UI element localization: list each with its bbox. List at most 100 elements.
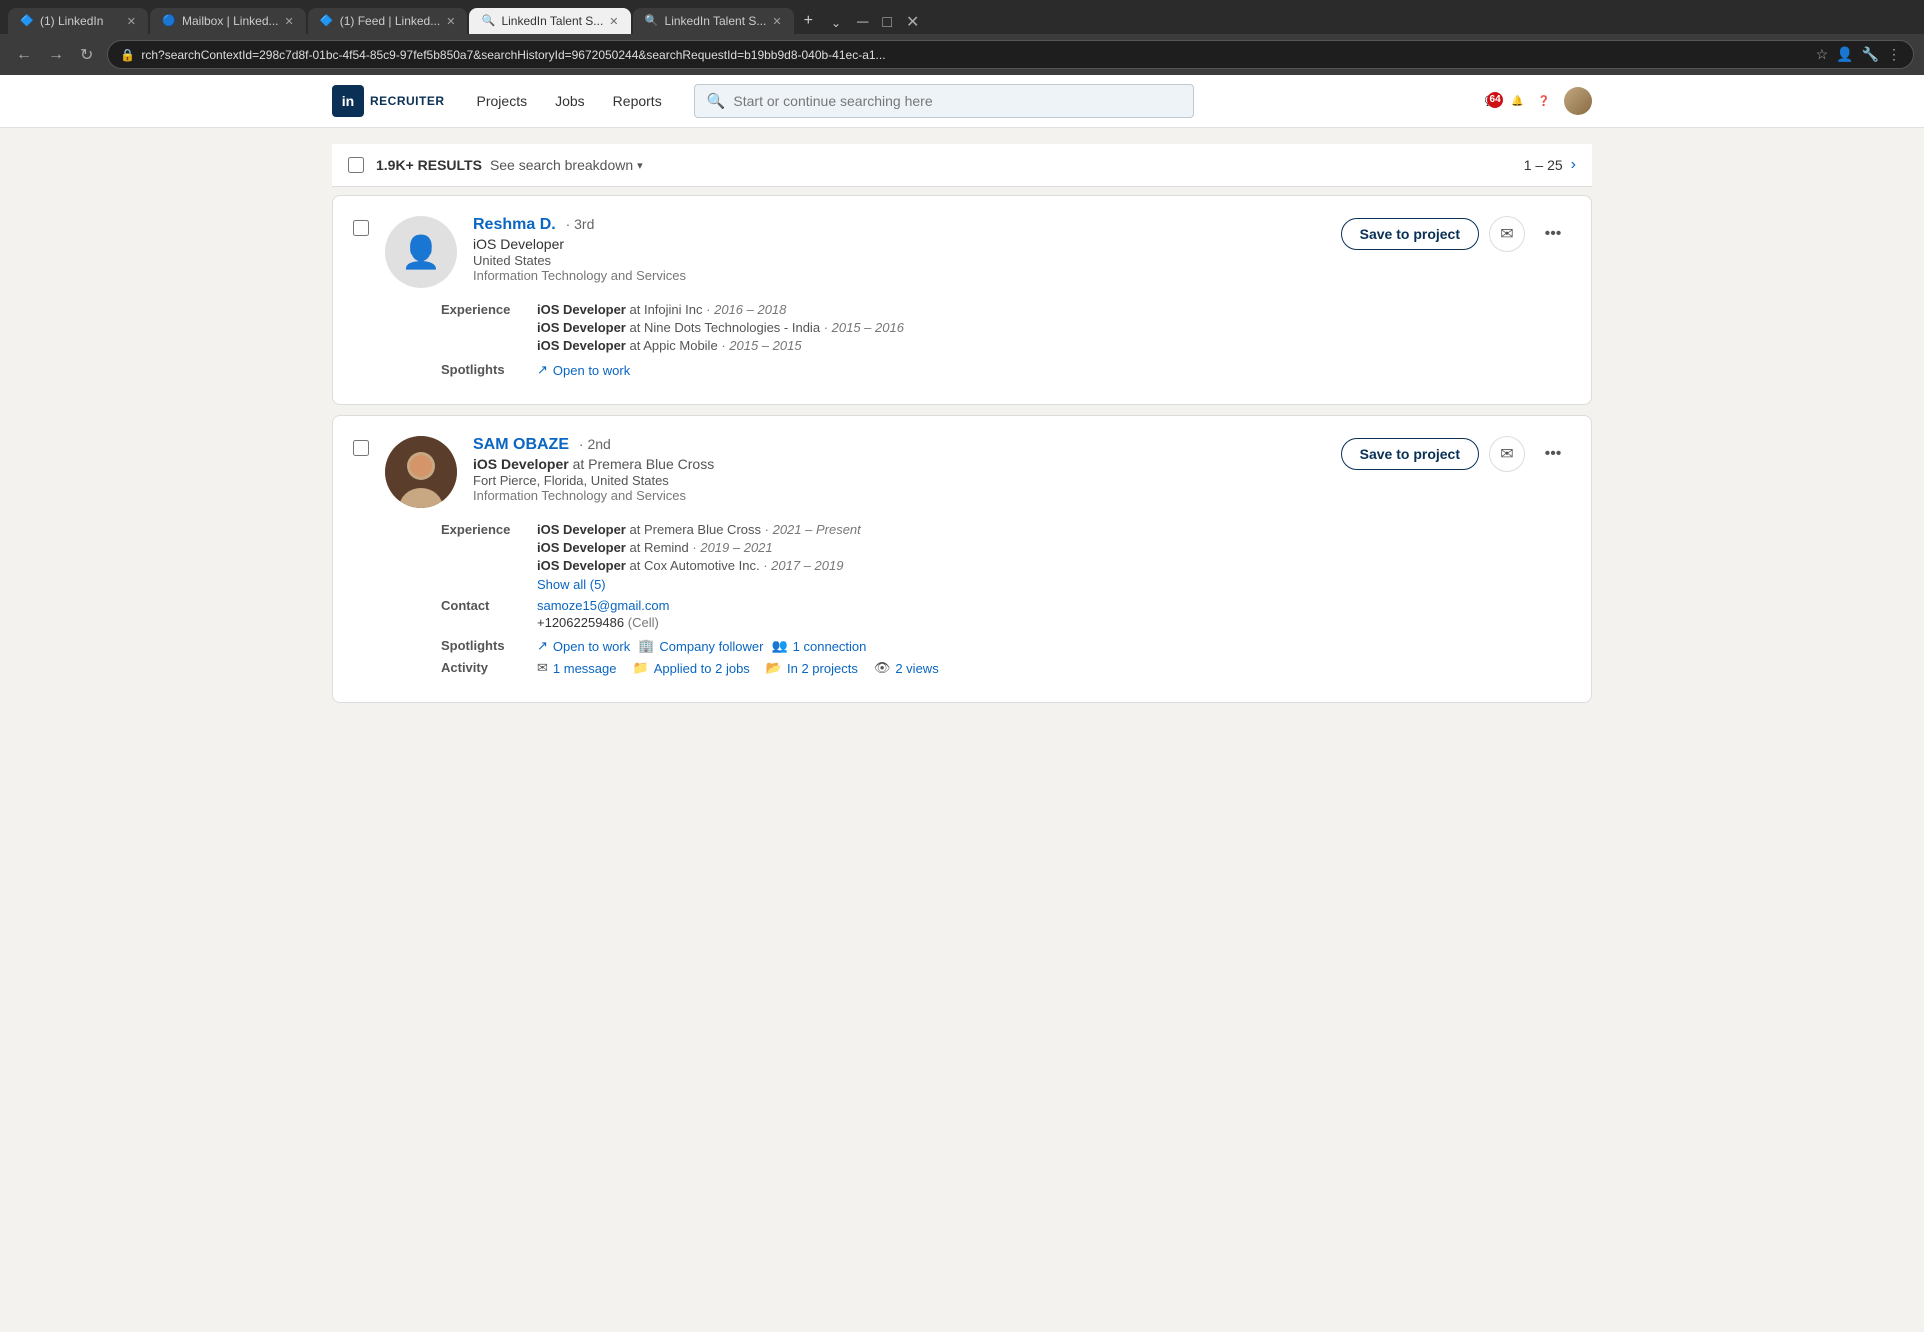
open-to-work-label: Open to work <box>553 363 630 378</box>
refresh-button[interactable]: ↻ <box>74 43 99 67</box>
maximize-button[interactable]: □ <box>876 12 898 34</box>
breakdown-arrow-icon: ▾ <box>637 159 643 172</box>
sam-open-to-work[interactable]: ↗ Open to work <box>537 638 630 654</box>
reshma-experience-content: iOS Developer at Infojini Inc · 2016 – 2… <box>537 302 1571 356</box>
lock-icon: 🔒 <box>120 48 135 62</box>
browser-nav-buttons: ← → ↻ <box>10 43 99 67</box>
pagination-next-arrow[interactable]: › <box>1571 156 1576 174</box>
address-bar-row: ← → ↻ 🔒 rch?searchContextId=298c7d8f-01b… <box>0 34 1924 75</box>
extension-icon[interactable]: 🔧 <box>1862 46 1879 63</box>
sam-more-button[interactable]: ••• <box>1535 436 1571 472</box>
profile-icon[interactable]: 👤 <box>1836 46 1853 63</box>
sam-exp2-role: iOS Developer <box>537 540 626 555</box>
sam-messages-link[interactable]: 1 message <box>553 661 617 676</box>
sam-title: iOS Developer at Premera Blue Cross <box>473 456 1325 472</box>
tab-feed[interactable]: 🔷 (1) Feed | Linked... ✕ <box>308 8 468 34</box>
tab-close-feed[interactable]: ✕ <box>446 15 455 28</box>
candidate-card-reshma: 👤 Reshma D. · 3rd iOS Developer United S… <box>332 195 1592 405</box>
sam-show-all-link[interactable]: Show all (5) <box>537 577 1571 592</box>
nav-reports[interactable]: Reports <box>601 85 674 117</box>
sam-views-link[interactable]: 2 views <box>895 661 938 676</box>
reshma-exp3-role: iOS Developer <box>537 338 626 353</box>
open-to-work-icon-sam: ↗ <box>537 638 548 654</box>
sam-exp3-company: at Cox Automotive Inc. <box>630 558 760 573</box>
recruiter-label: RECRUITER <box>370 94 445 108</box>
nav-icons: 💬 64 🔔 ❓ <box>1485 87 1592 115</box>
sam-company-follower[interactable]: 🏢 Company follower <box>638 638 763 654</box>
tab-overflow-button[interactable]: ⌄ <box>823 12 849 34</box>
minimize-button[interactable]: ─ <box>851 12 874 34</box>
projects-activity-icon: 📂 <box>766 660 782 676</box>
notifications-button[interactable]: 🔔 <box>1511 96 1523 107</box>
sam-activity-applied: 📁 Applied to 2 jobs <box>633 660 750 676</box>
tab-mailbox[interactable]: 🔵 Mailbox | Linked... ✕ <box>150 8 306 34</box>
sam-email-link[interactable]: samoze15@gmail.com <box>537 598 669 613</box>
reshma-spotlights-row: Spotlights ↗ Open to work <box>441 362 1571 378</box>
linkedin-logo[interactable]: in RECRUITER <box>332 85 445 117</box>
sam-activity-projects: 📂 In 2 projects <box>766 660 858 676</box>
reshma-name[interactable]: Reshma D. <box>473 216 556 233</box>
breakdown-button[interactable]: See search breakdown ▾ <box>490 157 643 173</box>
sam-exp1-role: iOS Developer <box>537 522 626 537</box>
company-follower-icon: 🏢 <box>638 638 654 654</box>
select-all-checkbox[interactable] <box>348 157 364 173</box>
sam-phone: +12062259486 (Cell) <box>537 615 1571 630</box>
reshma-exp-1: iOS Developer at Infojini Inc · 2016 – 2… <box>537 302 1571 317</box>
tab-favicon-talent-2: 🔍 <box>645 14 659 28</box>
address-text: rch?searchContextId=298c7d8f-01bc-4f54-8… <box>141 48 1809 62</box>
new-tab-button[interactable]: + <box>796 8 821 34</box>
close-browser-button[interactable]: ✕ <box>900 10 925 34</box>
forward-button[interactable]: → <box>42 43 70 67</box>
reshma-exp-2: iOS Developer at Nine Dots Technologies … <box>537 320 1571 335</box>
tab-close-talent-active[interactable]: ✕ <box>609 15 618 28</box>
tab-talent-search-active[interactable]: 🔍 LinkedIn Talent S... ✕ <box>469 8 630 34</box>
sam-degree: · 2nd <box>579 436 611 452</box>
back-button[interactable]: ← <box>10 43 38 67</box>
tab-linkedin[interactable]: 🔷 (1) LinkedIn ✕ <box>8 8 148 34</box>
nav-jobs[interactable]: Jobs <box>543 85 597 117</box>
reshma-more-button[interactable]: ••• <box>1535 216 1571 252</box>
sam-name[interactable]: SAM OBAZE <box>473 436 569 453</box>
tab-close-talent-2[interactable]: ✕ <box>772 15 781 28</box>
reshma-open-to-work[interactable]: ↗ Open to work <box>537 362 630 378</box>
avatar-image <box>1564 87 1592 115</box>
messages-button[interactable]: 💬 64 <box>1485 96 1497 107</box>
search-input[interactable] <box>733 93 1180 109</box>
reshma-actions: Save to project ✉ ••• <box>1341 216 1571 252</box>
nav-projects[interactable]: Projects <box>465 85 540 117</box>
select-sam-checkbox[interactable] <box>353 440 369 456</box>
sam-phone-type: (Cell) <box>628 615 659 630</box>
reshma-exp3-company: at Appic Mobile <box>630 338 718 353</box>
open-to-work-icon: ↗ <box>537 362 548 378</box>
address-bar[interactable]: 🔒 rch?searchContextId=298c7d8f-01bc-4f54… <box>107 40 1914 69</box>
select-reshma-checkbox[interactable] <box>353 220 369 236</box>
connection-icon: 👥 <box>771 638 787 654</box>
tab-talent-search-2[interactable]: 🔍 LinkedIn Talent S... ✕ <box>633 8 794 34</box>
reshma-exp1-dates: · 2016 – 2018 <box>706 302 786 317</box>
sam-location: Fort Pierce, Florida, United States <box>473 473 1325 488</box>
sam-mail-button[interactable]: ✉ <box>1489 436 1525 472</box>
reshma-spotlights: ↗ Open to work <box>537 362 630 378</box>
linkedin-logo-icon: in <box>332 85 364 117</box>
tab-bar: 🔷 (1) LinkedIn ✕ 🔵 Mailbox | Linked... ✕… <box>0 0 1924 34</box>
sam-applied-link[interactable]: Applied to 2 jobs <box>654 661 750 676</box>
sam-industry: Information Technology and Services <box>473 488 1325 503</box>
sam-experience-row: Experience iOS Developer at Premera Blue… <box>441 522 1571 592</box>
search-input-wrap[interactable]: 🔍 <box>694 84 1194 118</box>
help-button[interactable]: ❓ <box>1538 96 1550 107</box>
menu-icon[interactable]: ⋮ <box>1887 46 1901 63</box>
sam-projects-link[interactable]: In 2 projects <box>787 661 858 676</box>
tab-close-btn[interactable]: ✕ <box>127 15 136 28</box>
sam-exp2-dates: · 2019 – 2021 <box>692 540 772 555</box>
tab-close-mailbox[interactable]: ✕ <box>285 15 294 28</box>
reshma-details: Experience iOS Developer at Infojini Inc… <box>353 302 1571 378</box>
sam-exp-2: iOS Developer at Remind · 2019 – 2021 <box>537 540 1571 555</box>
user-avatar[interactable] <box>1564 87 1592 115</box>
bookmark-icon[interactable]: ☆ <box>1816 46 1829 63</box>
sam-save-button[interactable]: Save to project <box>1341 438 1479 470</box>
reshma-save-button[interactable]: Save to project <box>1341 218 1479 250</box>
sam-connection[interactable]: 👥 1 connection <box>771 638 866 654</box>
reshma-mail-button[interactable]: ✉ <box>1489 216 1525 252</box>
sam-activity-content: ✉ 1 message 📁 Applied to 2 jobs 📂 In 2 p… <box>537 660 939 676</box>
sam-exp1-dates: · 2021 – Present <box>765 522 861 537</box>
